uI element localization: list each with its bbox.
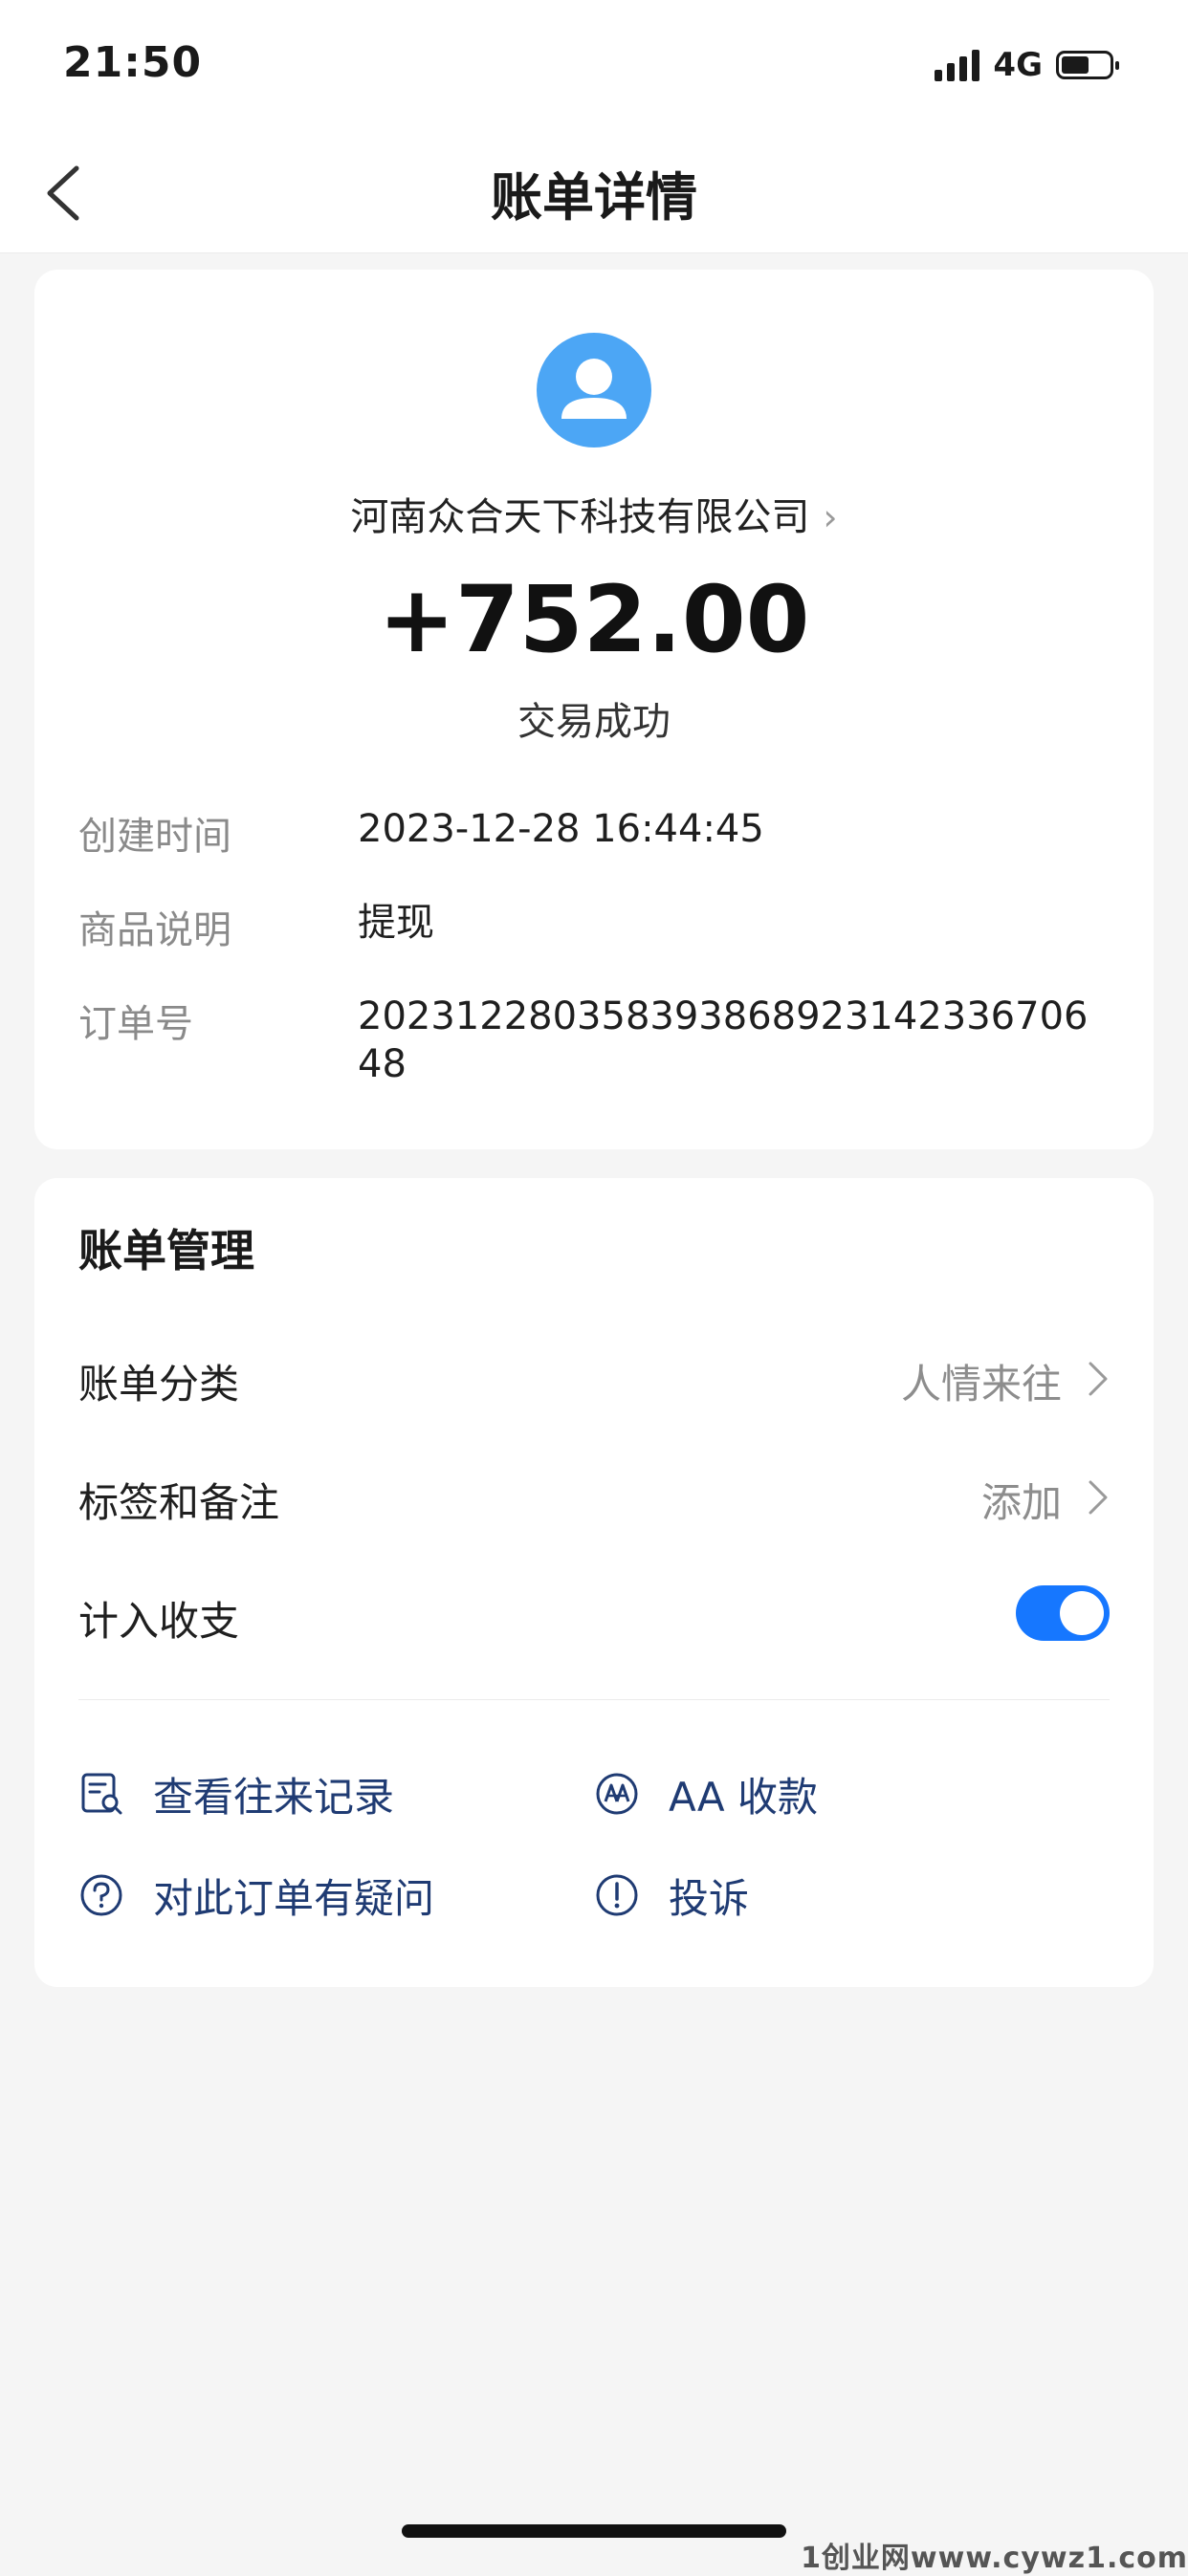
nav-bar: 账单详情 xyxy=(0,134,1188,253)
status-time: 21:50 xyxy=(63,38,203,87)
signal-icon xyxy=(935,49,980,81)
action-label: 对此订单有疑问 xyxy=(153,1874,435,1922)
question-icon xyxy=(80,1874,122,1916)
action-label: AA 收款 xyxy=(669,1773,818,1821)
include-in-budget-toggle[interactable] xyxy=(1016,1585,1110,1641)
merchant-link[interactable]: 河南众合天下科技有限公司 › xyxy=(34,486,1154,541)
chevron-right-icon xyxy=(1089,1480,1108,1515)
network-type: 4G xyxy=(993,46,1043,84)
include-in-budget-row: 计入收支 xyxy=(78,1585,1110,1645)
transaction-status: 交易成功 xyxy=(517,700,671,744)
row-label: 标签和备注 xyxy=(78,1479,280,1526)
exclamation-icon xyxy=(596,1874,638,1916)
action-label: 查看往来记录 xyxy=(153,1773,395,1821)
detail-label: 创建时间 xyxy=(78,815,231,859)
home-indicator[interactable] xyxy=(402,2524,786,2538)
chevron-right-icon xyxy=(1089,1362,1108,1396)
row-label: 计入收支 xyxy=(78,1598,240,1645)
chevron-right-icon: › xyxy=(823,496,838,538)
detail-value: 2023-12-28 16:44:45 xyxy=(358,807,764,851)
view-records-button[interactable]: 查看往来记录 xyxy=(78,1765,394,1823)
section-title: 账单管理 xyxy=(78,1225,254,1277)
order-question-button[interactable]: 对此订单有疑问 xyxy=(78,1867,434,1924)
watermark: 1创业网www.cywz1.com xyxy=(801,2542,1188,2575)
complaint-button[interactable]: 投诉 xyxy=(594,1867,749,1924)
merchant-avatar xyxy=(537,333,651,448)
aa-payment-button[interactable]: AA 收款 xyxy=(594,1765,818,1823)
divider xyxy=(78,1699,1110,1700)
battery-icon xyxy=(1056,51,1119,79)
detail-value: 提现 xyxy=(358,901,434,945)
merchant-name: 河南众合天下科技有限公司 xyxy=(350,495,810,539)
toggle-knob xyxy=(1060,1591,1104,1635)
transaction-card: 河南众合天下科技有限公司 › +752.00 交易成功 创建时间 2023-12-… xyxy=(34,270,1154,1149)
row-value: 添加 xyxy=(980,1479,1062,1526)
bill-category-row[interactable]: 账单分类 人情来往 xyxy=(78,1348,1110,1408)
detail-label: 订单号 xyxy=(78,1002,193,1046)
action-label: 投诉 xyxy=(669,1874,750,1922)
record-search-icon xyxy=(81,1773,122,1815)
status-icons: 4G xyxy=(935,46,1119,84)
status-bar: 21:50 4G xyxy=(0,0,1188,134)
page-title: 账单详情 xyxy=(491,167,697,228)
aa-icon xyxy=(596,1773,638,1815)
bill-management-card: 账单管理 账单分类 人情来往 标签和备注 添加 计入收支 查看往来记录 AA 收… xyxy=(34,1178,1154,1987)
row-label: 账单分类 xyxy=(78,1361,240,1408)
user-icon xyxy=(561,359,627,419)
detail-value[interactable]: 20231228035839386892314233670648 xyxy=(358,993,1110,1088)
transaction-amount: +752.00 xyxy=(378,566,810,673)
detail-label: 商品说明 xyxy=(78,908,231,952)
tags-notes-row[interactable]: 标签和备注 添加 xyxy=(78,1467,1110,1526)
row-value: 人情来往 xyxy=(900,1361,1062,1408)
